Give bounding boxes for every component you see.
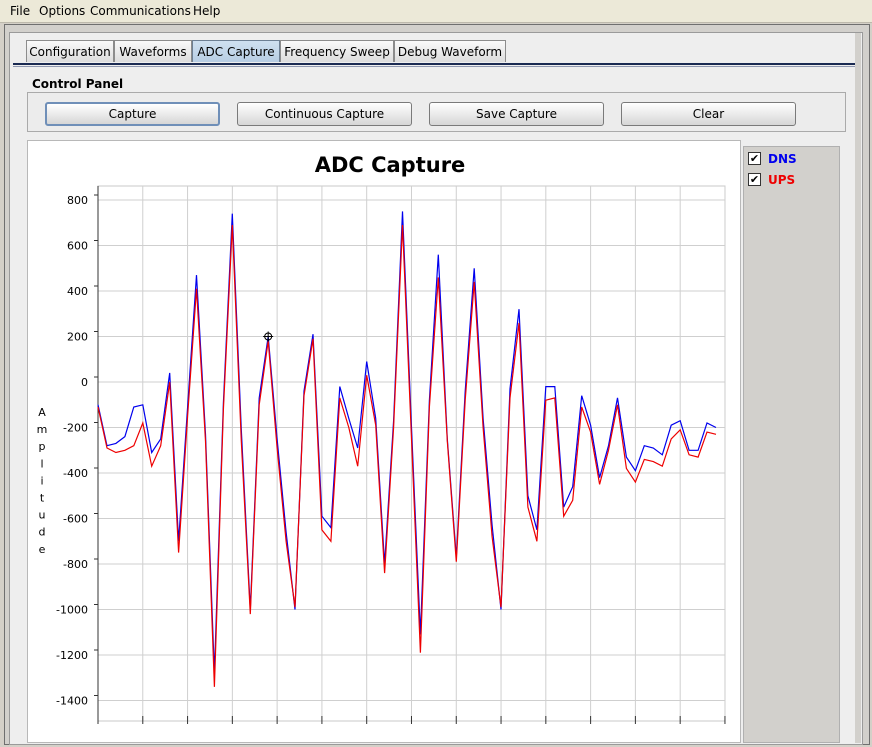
adc-capture-chart[interactable]: ADC Capture Amplitude 800 600 400 200 0 -200 -… <box>28 141 742 744</box>
chart-grid <box>97 185 726 722</box>
series-line-ups <box>97 224 717 687</box>
y-tick-label: -1200 <box>56 649 88 662</box>
y-tick-label: -1400 <box>56 695 88 708</box>
y-axis-label-letter: m <box>37 423 48 436</box>
continuous-capture-button[interactable]: Continuous Capture <box>237 102 412 126</box>
tab-configuration[interactable]: Configuration <box>26 40 114 62</box>
tab-debug-waveform[interactable]: Debug Waveform <box>394 40 506 62</box>
chart-series <box>97 211 717 687</box>
y-tick-label: 800 <box>67 194 88 207</box>
tab-divider <box>13 63 855 65</box>
ups-checkbox[interactable]: ✔ <box>748 173 761 186</box>
y-axis-label-letter: d <box>39 526 46 539</box>
y-tick-label: -200 <box>63 422 88 435</box>
tab-waveforms[interactable]: Waveforms <box>114 40 192 62</box>
y-axis-ticks: 800 600 400 200 0 -200 -400 -600 -800 -1000 -1200 -… <box>56 186 99 721</box>
y-tick-label: 200 <box>67 331 88 344</box>
chart-panel[interactable]: ADC Capture Amplitude 800 600 400 200 0 -200 -… <box>27 140 741 743</box>
tab-adc-capture[interactable]: ADC Capture <box>192 40 280 62</box>
y-tick-label: 0 <box>81 376 88 389</box>
y-axis-label-letter: l <box>40 457 43 470</box>
right-border-strip <box>855 33 861 743</box>
menu-communications[interactable]: Communications <box>90 4 191 18</box>
menu-help[interactable]: Help <box>193 4 220 18</box>
y-axis-label-letter: u <box>39 509 46 522</box>
menu-options[interactable]: Options <box>39 4 85 18</box>
y-axis-label: Amplitude <box>37 406 48 556</box>
menu-file[interactable]: File <box>10 4 30 18</box>
y-axis-label-letter: p <box>39 440 46 453</box>
y-axis-label-letter: e <box>39 543 46 556</box>
y-axis-label-letter: i <box>40 474 43 487</box>
menu-bar: File Options Communications Help <box>0 0 872 23</box>
save-capture-button[interactable]: Save Capture <box>429 102 604 126</box>
dns-checkbox[interactable]: ✔ <box>748 152 761 165</box>
legend-label-dns: DNS <box>768 152 797 166</box>
y-tick-label: 600 <box>67 240 88 253</box>
y-tick-label: -400 <box>63 467 88 480</box>
capture-button[interactable]: Capture <box>45 102 220 126</box>
y-tick-label: -600 <box>63 513 88 526</box>
y-tick-label: -1000 <box>56 604 88 617</box>
control-panel-title: Control Panel <box>32 77 124 91</box>
tab-divider-shadow <box>13 66 855 67</box>
clear-button[interactable]: Clear <box>621 102 796 126</box>
y-tick-label: 400 <box>67 285 88 298</box>
tab-frequency-sweep[interactable]: Frequency Sweep <box>280 40 394 62</box>
chart-title: ADC Capture <box>315 153 466 177</box>
y-tick-label: -800 <box>63 558 88 571</box>
crosshair-marker <box>263 331 274 342</box>
y-axis-label-letter: t <box>40 492 45 505</box>
y-axis-label-letter: A <box>38 406 46 419</box>
legend-label-ups: UPS <box>768 173 796 187</box>
legend-panel: ✔ DNS ✔ UPS <box>743 146 840 743</box>
x-axis-ticks <box>97 716 726 724</box>
